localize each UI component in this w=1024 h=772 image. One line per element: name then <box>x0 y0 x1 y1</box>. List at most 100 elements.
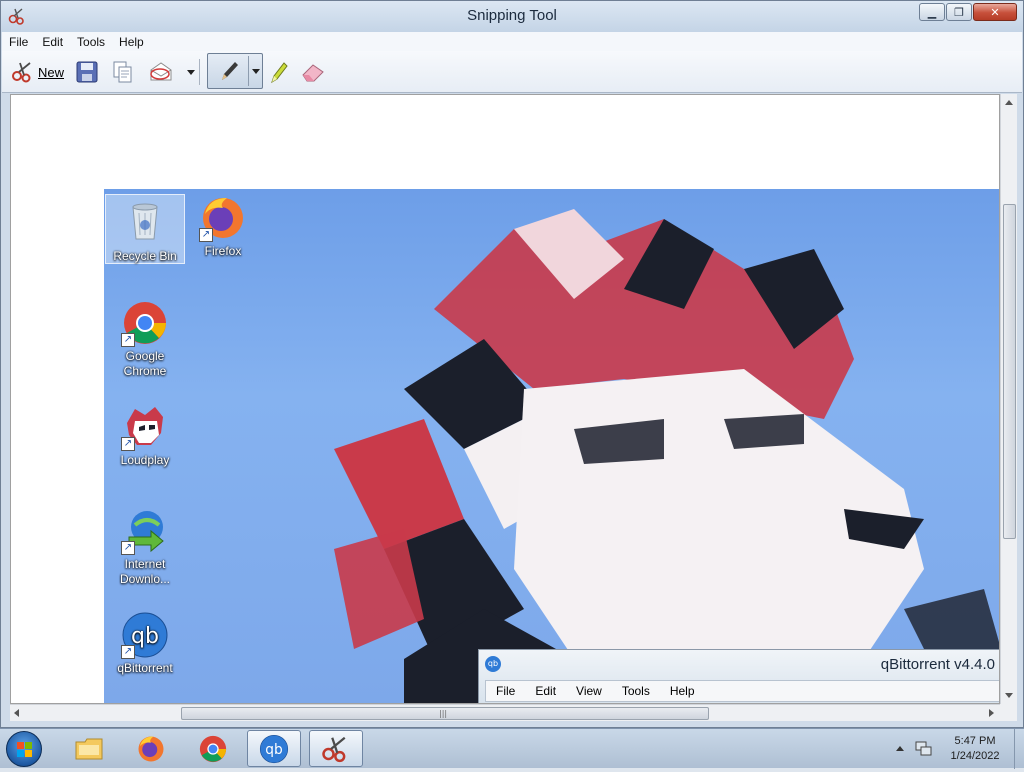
desktop-icon-label: Google <box>125 349 165 363</box>
scissors-icon <box>322 736 346 762</box>
menu-bar: File Edit Tools Help <box>2 32 1022 51</box>
svg-text:qb: qb <box>131 624 159 649</box>
desktop-icon-qbittorrent[interactable]: qb ↗ qBittorrent <box>105 611 185 676</box>
taskbar-explorer[interactable] <box>62 730 116 767</box>
maximize-button[interactable]: ❐ <box>946 3 972 21</box>
clock-date: 1/24/2022 <box>950 750 1000 762</box>
start-button[interactable] <box>6 731 42 767</box>
chevron-down-icon <box>187 69 195 75</box>
qb-menu-tools[interactable]: Tools <box>612 684 660 698</box>
scroll-right-icon[interactable] <box>989 709 994 717</box>
desktop-icon-firefox[interactable]: ↗ Firefox <box>183 194 263 259</box>
desktop-icon-internet-download-manager[interactable]: ↗ Internet Downlo... <box>105 507 185 587</box>
minimize-button[interactable]: ▁ <box>919 3 945 21</box>
show-hidden-icons-icon[interactable] <box>896 746 904 751</box>
window-controls: ▁ ❐ ✕ <box>918 3 1017 21</box>
send-email-icon <box>150 62 172 81</box>
lion-wallpaper <box>334 209 999 703</box>
desktop-icon-recycle-bin[interactable]: Recycle Bin <box>105 194 185 264</box>
scissors-icon <box>12 62 31 83</box>
snipping-tool-window: Snipping Tool ▁ ❐ ✕ File Edit Tools Help… <box>0 0 1024 728</box>
toolbar-separator <box>199 59 200 85</box>
firefox-icon: ↗ <box>199 194 247 242</box>
qbittorrent-menu-bar: File Edit View Tools Help <box>485 680 999 702</box>
desktop-icon-label: Loudplay <box>120 453 170 467</box>
qbittorrent-icon: qb ↗ <box>121 611 169 659</box>
chevron-down-icon <box>252 69 260 74</box>
chrome-icon <box>199 735 227 762</box>
folder-icon <box>75 738 103 759</box>
new-snip-button[interactable]: New <box>11 58 64 86</box>
qbittorrent-icon: qb <box>259 734 289 763</box>
pen-tool-group <box>207 53 263 89</box>
close-icon: ✕ <box>990 5 1000 19</box>
qb-menu-edit[interactable]: Edit <box>525 684 566 698</box>
desktop-icon-label: qBittorrent <box>117 661 173 675</box>
title-bar[interactable]: Snipping Tool ▁ ❐ ✕ <box>1 1 1023 32</box>
system-clock[interactable]: 5:47 PM 1/24/2022 <box>940 734 1010 764</box>
window-title: Snipping Tool <box>467 7 557 24</box>
minimize-icon: ▁ <box>927 5 937 19</box>
highlighter-button[interactable] <box>268 58 290 86</box>
highlighter-icon <box>271 62 288 84</box>
scroll-down-icon[interactable] <box>1005 693 1013 698</box>
taskbar-chrome[interactable] <box>186 730 240 767</box>
desktop-icon-label-line2: Downlo... <box>119 572 171 586</box>
snip-canvas[interactable]: Recycle Bin ↗ Firefox ↗ Google Chrome ↗ … <box>10 94 1000 704</box>
pen-icon <box>222 62 238 80</box>
qbittorrent-title: qBittorrent v4.4.0 <box>880 656 995 673</box>
qb-menu-help[interactable]: Help <box>660 684 705 698</box>
windows-logo-icon <box>17 742 32 757</box>
size-grip[interactable] <box>1000 704 1017 721</box>
internet-download-manager-icon: ↗ <box>121 507 169 555</box>
shortcut-arrow-icon: ↗ <box>121 437 135 451</box>
shortcut-arrow-icon: ↗ <box>199 228 213 242</box>
vertical-scrollbar[interactable] <box>1000 94 1017 704</box>
pen-button[interactable] <box>216 58 242 88</box>
menu-file[interactable]: File <box>2 35 35 49</box>
pen-group-divider <box>248 56 249 86</box>
copy-icon <box>113 61 132 83</box>
floppy-disk-icon <box>76 61 98 83</box>
menu-help[interactable]: Help <box>112 35 151 49</box>
restore-icon: ❐ <box>954 5 964 19</box>
firefox-icon <box>138 736 164 761</box>
qb-menu-file[interactable]: File <box>486 684 525 698</box>
close-button[interactable]: ✕ <box>973 3 1017 21</box>
taskbar: qb 5:47 PM 1/24/2022 <box>0 728 1024 769</box>
vertical-scroll-thumb[interactable] <box>1003 204 1016 539</box>
send-snip-dropdown[interactable] <box>187 58 195 86</box>
show-desktop-button[interactable] <box>1014 729 1024 769</box>
eraser-button[interactable] <box>300 58 326 86</box>
recycle-bin-icon <box>132 203 158 240</box>
save-button[interactable] <box>75 58 99 86</box>
network-icon[interactable] <box>915 740 933 757</box>
shortcut-arrow-icon: ↗ <box>121 333 135 347</box>
taskbar-snipping-tool[interactable] <box>309 730 363 767</box>
qb-menu-view[interactable]: View <box>566 684 612 698</box>
menu-edit[interactable]: Edit <box>35 35 70 49</box>
horizontal-scrollbar[interactable]: ||| <box>10 704 1000 721</box>
svg-text:qb: qb <box>265 742 282 758</box>
pen-dropdown[interactable] <box>252 69 260 74</box>
scroll-up-icon[interactable] <box>1005 100 1013 105</box>
loudplay-icon: ↗ <box>121 403 169 451</box>
new-button-label: New <box>38 64 65 80</box>
menu-tools[interactable]: Tools <box>70 35 112 49</box>
desktop-icon-loudplay[interactable]: ↗ Loudplay <box>105 403 185 468</box>
horizontal-scroll-thumb[interactable]: ||| <box>181 707 709 720</box>
scroll-left-icon[interactable] <box>14 709 19 717</box>
taskbar-qbittorrent[interactable]: qb <box>247 730 301 767</box>
shortcut-arrow-icon: ↗ <box>121 541 135 555</box>
qbittorrent-window: qb qBittorrent v4.4.0 File Edit View Too… <box>478 649 999 703</box>
desktop-icon-label: Internet <box>124 557 166 571</box>
desktop-icon-google-chrome[interactable]: ↗ Google Chrome <box>105 299 185 379</box>
taskbar-firefox[interactable] <box>124 730 178 767</box>
desktop-icon-label-line2: Chrome <box>123 364 167 378</box>
captured-snip: Recycle Bin ↗ Firefox ↗ Google Chrome ↗ … <box>104 189 999 703</box>
send-snip-button[interactable] <box>148 58 174 86</box>
eraser-icon <box>302 64 324 82</box>
desktop-icon-label: Firefox <box>204 244 242 258</box>
clock-time: 5:47 PM <box>954 735 996 747</box>
copy-button[interactable] <box>111 58 135 86</box>
